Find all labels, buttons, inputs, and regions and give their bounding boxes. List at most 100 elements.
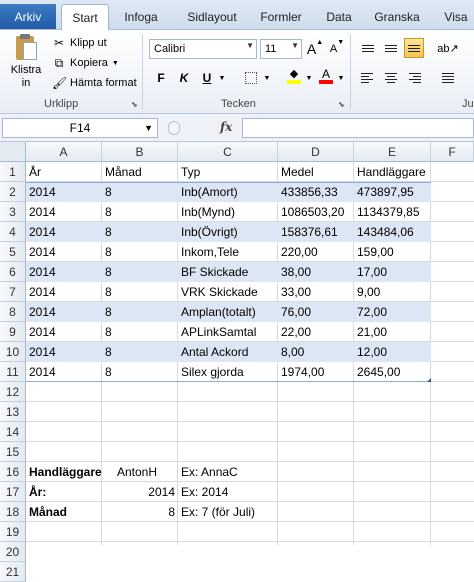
table-cell[interactable]: 8 <box>102 242 178 262</box>
tab-view[interactable]: Visa <box>438 4 474 30</box>
shrink-font-button[interactable]: A ▼ <box>328 39 346 59</box>
column-header[interactable]: F <box>431 142 474 162</box>
italic-button[interactable]: K <box>176 68 192 88</box>
align-left-button[interactable] <box>358 68 378 88</box>
table-cell[interactable]: 473897,95 <box>354 182 431 202</box>
table-cell[interactable]: 1974,00 <box>278 362 354 382</box>
align-center-button[interactable] <box>381 68 401 88</box>
align-bottom-button[interactable] <box>404 38 424 58</box>
param-value[interactable]: AntonH <box>102 462 178 482</box>
table-resize-handle[interactable] <box>427 378 431 382</box>
table-cell[interactable]: 33,00 <box>278 282 354 302</box>
param-example[interactable]: Ex: AnnaC <box>178 462 278 482</box>
font-size-combo[interactable]: 11 ▼ <box>260 39 302 59</box>
param-label[interactable]: År: <box>26 482 102 502</box>
format-painter-button[interactable]: 🖌 Hämta format <box>52 74 137 92</box>
align-middle-button[interactable] <box>381 38 401 58</box>
table-cell[interactable]: 38,00 <box>278 262 354 282</box>
fill-color-button[interactable]: ◆ <box>284 66 304 86</box>
param-example[interactable]: Ex: 7 (för Juli) <box>178 502 278 522</box>
tab-data[interactable]: Data <box>320 4 358 30</box>
select-all-corner[interactable] <box>0 142 26 162</box>
row-header[interactable]: 14 <box>0 422 26 442</box>
table-cell[interactable]: BF Skickade <box>178 262 278 282</box>
table-cell[interactable]: 8 <box>102 262 178 282</box>
table-cell[interactable]: Inb(Mynd) <box>178 202 278 222</box>
table-cell[interactable]: 21,00 <box>354 322 431 342</box>
table-cell[interactable]: 72,00 <box>354 302 431 322</box>
table-cell[interactable]: Antal Ackord <box>178 342 278 362</box>
tab-page-layout[interactable]: Sidlayout <box>180 4 244 30</box>
row-header[interactable]: 18 <box>0 502 26 522</box>
paste-button[interactable]: Klistra in <box>6 34 46 96</box>
column-header[interactable]: B <box>102 142 178 162</box>
row-header[interactable]: 11 <box>0 362 26 382</box>
table-cell[interactable]: 2014 <box>26 302 102 322</box>
bold-button[interactable]: F <box>153 68 169 88</box>
chevron-down-icon[interactable]: ▼ <box>217 68 227 88</box>
table-cell[interactable]: 8 <box>102 362 178 382</box>
row-header[interactable]: 15 <box>0 442 26 462</box>
dialog-launcher-icon[interactable]: ⬊ <box>338 100 347 109</box>
font-color-button[interactable]: A <box>316 66 336 86</box>
table-cell[interactable]: 433856,33 <box>278 182 354 202</box>
tab-review[interactable]: Granska <box>370 4 424 30</box>
table-cell[interactable]: Amplan(totalt) <box>178 302 278 322</box>
row-header[interactable]: 4 <box>0 222 26 242</box>
table-cell[interactable]: 1134379,85 <box>354 202 431 222</box>
table-cell[interactable]: Inb(Amort) <box>178 182 278 202</box>
table-cell[interactable]: 2014 <box>26 262 102 282</box>
chevron-down-icon[interactable]: ▼ <box>304 68 314 88</box>
row-header[interactable]: 6 <box>0 262 26 282</box>
row-header[interactable]: 8 <box>0 302 26 322</box>
table-header-cell[interactable]: Typ <box>178 162 278 182</box>
chevron-down-icon[interactable]: ▼ <box>262 68 272 88</box>
table-header-cell[interactable]: Medel <box>278 162 354 182</box>
table-cell[interactable]: 8 <box>102 302 178 322</box>
table-cell[interactable]: 1086503,20 <box>278 202 354 222</box>
table-cell[interactable]: 2014 <box>26 242 102 262</box>
table-cell[interactable]: 8 <box>102 322 178 342</box>
table-cell[interactable]: Inkom,Tele <box>178 242 278 262</box>
table-cell[interactable]: 2014 <box>26 342 102 362</box>
param-value[interactable]: 8 <box>102 502 178 522</box>
table-cell[interactable]: 2014 <box>26 202 102 222</box>
align-top-button[interactable] <box>358 38 378 58</box>
table-cell[interactable]: 8,00 <box>278 342 354 362</box>
table-cell[interactable]: 22,00 <box>278 322 354 342</box>
decrease-indent-button[interactable] <box>438 68 458 88</box>
row-header[interactable]: 16 <box>0 462 26 482</box>
copy-button[interactable]: ⧉ Kopiera ▼ <box>52 54 119 72</box>
font-name-combo[interactable]: Calibri ▼ <box>149 39 257 59</box>
insert-function-icon[interactable]: fx <box>220 120 232 134</box>
table-header-cell[interactable]: Månad <box>102 162 178 182</box>
row-header[interactable]: 21 <box>0 562 26 582</box>
table-cell[interactable]: 8 <box>102 282 178 302</box>
param-label[interactable]: Månad <box>26 502 102 522</box>
row-header[interactable]: 13 <box>0 402 26 422</box>
table-cell[interactable]: 12,00 <box>354 342 431 362</box>
table-cell[interactable]: VRK Skickade <box>178 282 278 302</box>
table-cell[interactable]: Inb(Övrigt) <box>178 222 278 242</box>
table-cell[interactable]: 17,00 <box>354 262 431 282</box>
table-cell[interactable]: 2014 <box>26 222 102 242</box>
table-cell[interactable]: 8 <box>102 202 178 222</box>
formula-input[interactable] <box>242 118 474 138</box>
table-cell[interactable]: 220,00 <box>278 242 354 262</box>
row-header[interactable]: 12 <box>0 382 26 402</box>
table-cell[interactable]: 2014 <box>26 282 102 302</box>
table-cell[interactable]: 8 <box>102 342 178 362</box>
name-box[interactable]: F14 ▼ <box>2 118 158 138</box>
table-cell[interactable]: 2645,00 <box>354 362 431 382</box>
grow-font-button[interactable]: A ▲ <box>306 39 324 59</box>
orientation-button[interactable]: ab↗ <box>437 38 458 58</box>
row-header[interactable]: 19 <box>0 522 26 542</box>
table-cell[interactable]: 158376,61 <box>278 222 354 242</box>
table-cell[interactable]: 2014 <box>26 362 102 382</box>
tab-home[interactable]: Start <box>61 4 109 31</box>
row-header[interactable]: 7 <box>0 282 26 302</box>
underline-button[interactable]: U <box>199 68 215 88</box>
table-cell[interactable]: Silex gjorda <box>178 362 278 382</box>
row-header[interactable]: 2 <box>0 182 26 202</box>
row-header[interactable]: 9 <box>0 322 26 342</box>
